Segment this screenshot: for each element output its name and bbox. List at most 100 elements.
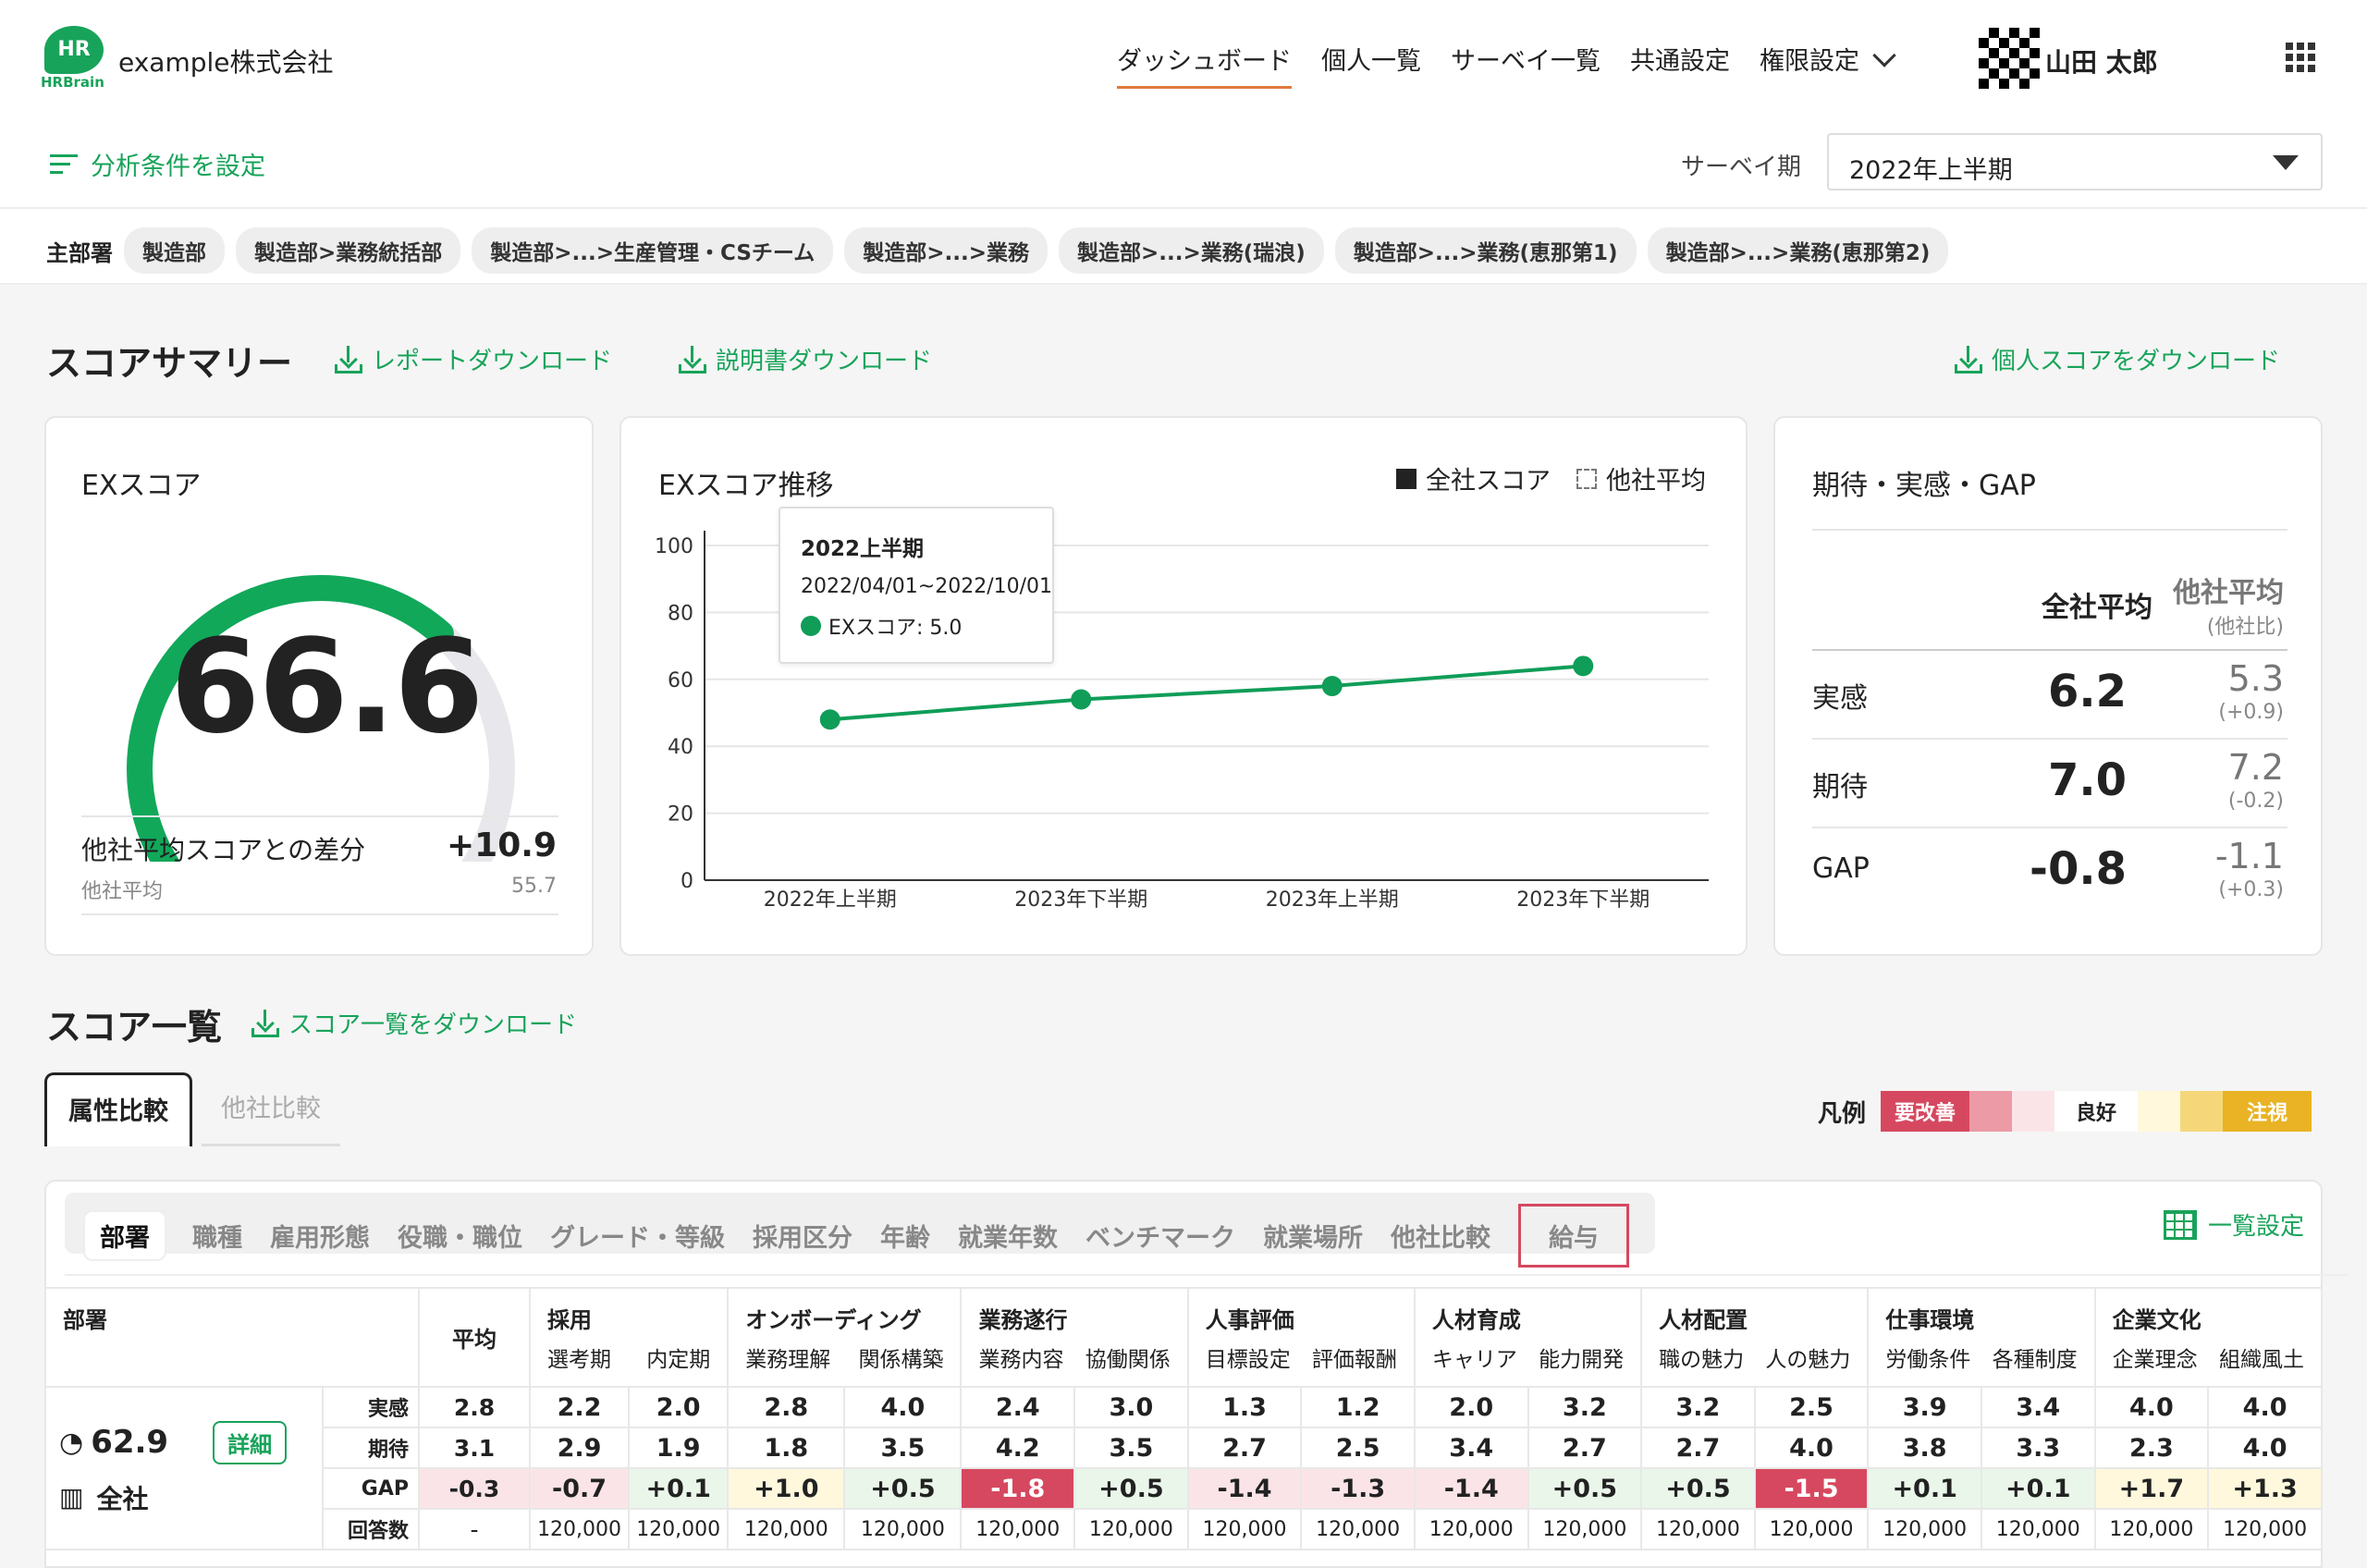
legend-watch: 注視 [2223,1091,2312,1132]
score-cell: +1.0 [727,1467,846,1510]
segment-job-type[interactable]: 職種 [192,1218,242,1254]
score-cell: -1.4 [1413,1467,1529,1510]
score-cell: 1.3 [1186,1386,1303,1428]
score-list-download-link[interactable]: スコア一覧をダウンロード [251,1006,577,1040]
tab-other-company-compare[interactable]: 他社比較 [202,1072,340,1146]
user-name[interactable]: 山田 太郎 [2045,43,2158,80]
score-cell: 120,000 [528,1508,631,1550]
score-cell: -0.7 [528,1467,631,1510]
segment-salary[interactable]: 給与 [1518,1204,1629,1268]
nav-surveys[interactable]: サーベイ一覧 [1451,41,1600,89]
row-other: 7.2 [2227,747,2284,788]
segment-age[interactable]: 年齢 [880,1218,930,1254]
group-name: オンボーディング [745,1307,922,1333]
survey-period-label: サーベイ期 [1681,153,1802,181]
segment-other-company[interactable]: 他社比較 [1391,1218,1490,1254]
survey-period-select[interactable]: 2022年上半期 [1827,133,2323,190]
y-tick-label: 60 [668,669,693,692]
table-icon [2163,1209,2197,1240]
detail-button[interactable]: 詳細 [213,1420,288,1464]
group-subs: 業務理解 関係構築 [745,1341,943,1373]
filter-label: 分析条件を設定 [91,153,265,181]
manual-download-link[interactable]: 説明書ダウンロード [679,342,932,376]
segment-department[interactable]: 部署 [85,1212,165,1259]
score-cell: +0.1 [628,1467,730,1510]
sub-label: 選考期 [547,1348,611,1372]
personal-score-download-link[interactable]: 個人スコアをダウンロード [1955,342,2280,376]
sub-label: 関係構築 [858,1348,944,1372]
dept-chip[interactable]: 製造部>...>業務(瑞浪) [1058,227,1324,274]
caret-down-icon [2273,155,2299,170]
sub-label: キャリア [1431,1348,1517,1372]
legend-swatch [1969,1091,2013,1132]
score-cell: 120,000 [2207,1508,2323,1550]
trend-chart: 0 20 40 60 80 100 2022年上半期 2023年下半期 2023年上半期 2023… [655,531,1709,912]
sub-label: 業務理解 [745,1348,831,1372]
group-name: 人事評価 [1205,1307,1294,1333]
file-download-icon [1955,345,1982,374]
segment-position[interactable]: 役職・職位 [398,1218,522,1254]
score-cell: 2.7 [1527,1427,1643,1469]
hrbrain-logo[interactable]: HR HRBrain [41,26,107,91]
row-type-label: 実感 [322,1386,420,1428]
group-subs: 業務内容 協働関係 [978,1341,1170,1373]
row-label: 実感 [1812,682,1868,715]
segment-tenure[interactable]: 就業年数 [958,1218,1058,1254]
building-icon: ▥ [59,1482,84,1513]
legend-swatch [2012,1091,2055,1132]
analysis-filter-button[interactable]: 分析条件を設定 [50,146,265,182]
row-header-cell: ◔ 62.9 詳細 ▥ 全社 [44,1386,324,1550]
dept-chip[interactable]: 製造部>...>生産管理・CSチーム [472,227,834,274]
score-cell: 120,000 [1640,1508,1756,1550]
dept-chip[interactable]: 製造部>業務統括部 [236,227,461,274]
segment-benchmark[interactable]: ベンチマーク [1085,1218,1235,1254]
main-nav: ダッシュボード 個人一覧 サーベイ一覧 共通設定 権限設定 [1117,41,1896,89]
app-grid-icon[interactable] [2286,43,2315,72]
score-cell: 2.5 [1300,1427,1416,1469]
sub-label: 職の魅力 [1659,1348,1745,1372]
x-tick-label: 2023年下半期 [1014,888,1147,912]
nav-dashboard[interactable]: ダッシュボード [1117,41,1292,89]
ex-trend-card: EXスコア推移 全社スコア 他社平均 0 20 40 60 80 100 2022年上半期 2… [619,416,1748,956]
score-cell: +0.5 [1073,1467,1189,1510]
score-cell: 2.5 [1753,1386,1870,1428]
group-name: 企業文化 [2112,1307,2201,1333]
tab-attribute-compare[interactable]: 属性比較 [44,1072,192,1146]
group-header: 企業文化 企業理念 組織風土 [2093,1287,2324,1388]
row-name: ▥ 全社 [59,1479,320,1516]
table-body: ◔ 62.9 詳細 ▥ 全社 実感 2.8 2.2 2.0 2.8 4.0 2.4 3.0 1.3 1.2 2… [44,1386,2323,1550]
row-value: 6.2 [2047,666,2127,717]
score-cell: -1.8 [960,1467,1076,1510]
group-name: 仕事環境 [1885,1307,1975,1333]
score-cell: 4.0 [2207,1427,2323,1469]
table-row: 期待 3.1 2.9 1.9 1.8 3.5 4.2 3.5 2.7 2.5 3.4 2.7 2.7 4.… [45,1427,2323,1469]
nav-permission-settings[interactable]: 権限設定 [1760,41,1896,89]
segment-employment[interactable]: 雇用形態 [270,1218,370,1254]
dept-chip[interactable]: 製造部>...>業務(恵那第2) [1647,227,1949,274]
dept-chip[interactable]: 製造部 [124,227,225,274]
dept-chip[interactable]: 製造部>...>業務(恵那第1) [1334,227,1637,274]
sub-label: 能力開発 [1539,1348,1625,1372]
segment-location[interactable]: 就業場所 [1263,1218,1363,1254]
col-other: 他社平均 [2173,577,2284,609]
nav-common-settings[interactable]: 共通設定 [1630,41,1730,89]
segment-grade[interactable]: グレード・等級 [550,1218,725,1254]
legend-bad: 要改善 [1881,1091,1970,1132]
nav-individuals[interactable]: 個人一覧 [1321,41,1421,89]
score-cell: 2.4 [960,1386,1076,1428]
expectation-gap-card: 期待・実感・GAP 全社平均 他社平均 (他社比) 実感 6.2 5.3 (+0… [1773,416,2323,956]
data-point [819,709,840,730]
row-type-label: 回答数 [322,1508,420,1550]
score-cell: 120,000 [1413,1508,1529,1550]
list-setting-button[interactable]: 一覧設定 [2163,1207,2304,1242]
score-cell: 120,000 [727,1508,846,1550]
group-subs: キャリア 能力開発 [1432,1341,1624,1373]
avatar[interactable] [1979,28,2040,89]
divider [1812,529,2287,531]
score-cell: 2.3 [2093,1427,2210,1469]
score-cell: 4.2 [960,1427,1076,1469]
dept-chip[interactable]: 製造部>...>業務 [844,227,1048,274]
report-download-link[interactable]: レポートダウンロード [335,342,612,376]
segment-hiring[interactable]: 採用区分 [753,1218,852,1254]
score-cell: +1.3 [2207,1467,2323,1510]
